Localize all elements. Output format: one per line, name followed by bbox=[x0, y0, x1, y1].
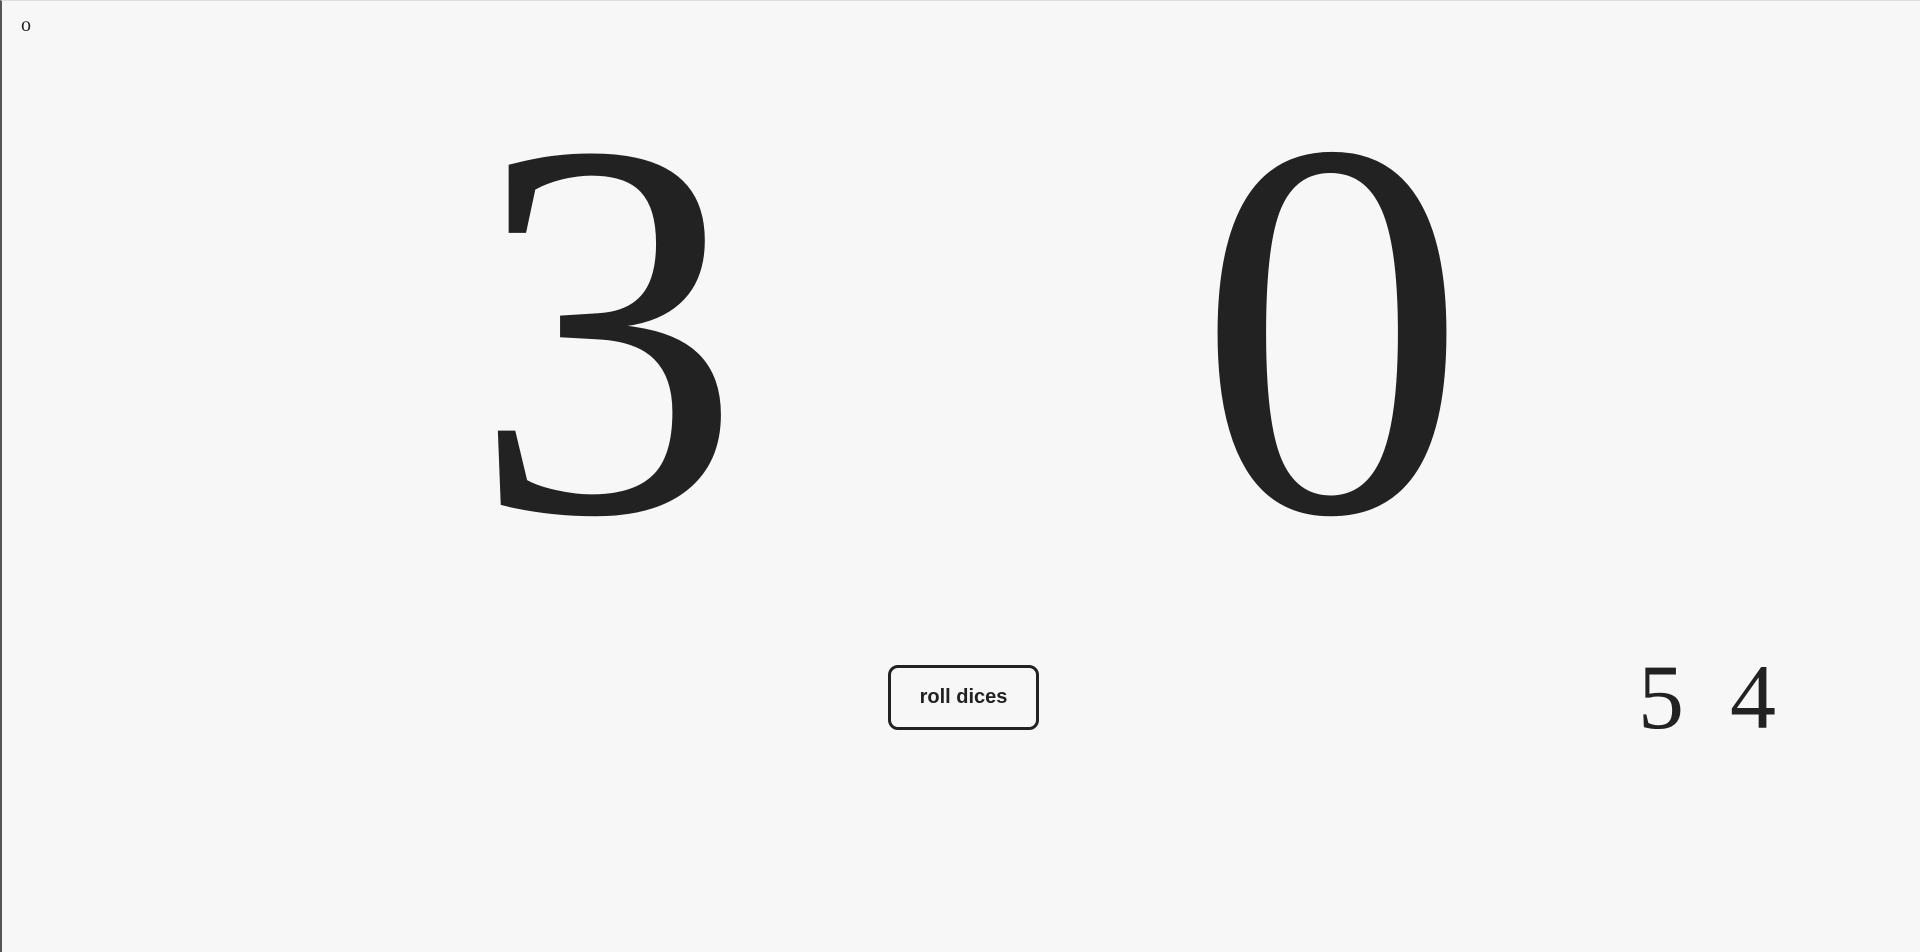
second-die-value: 4 bbox=[1730, 646, 1776, 748]
first-die-value: 5 bbox=[1638, 646, 1684, 748]
right-score: 0 bbox=[1197, 30, 1467, 628]
corner-mark: o bbox=[21, 14, 31, 36]
left-score: 3 bbox=[472, 30, 742, 628]
dice-game-page: { "corner_mark": "o", "scores": { "left"… bbox=[0, 0, 1920, 952]
roll-dices-button[interactable]: roll dices bbox=[888, 665, 1039, 730]
